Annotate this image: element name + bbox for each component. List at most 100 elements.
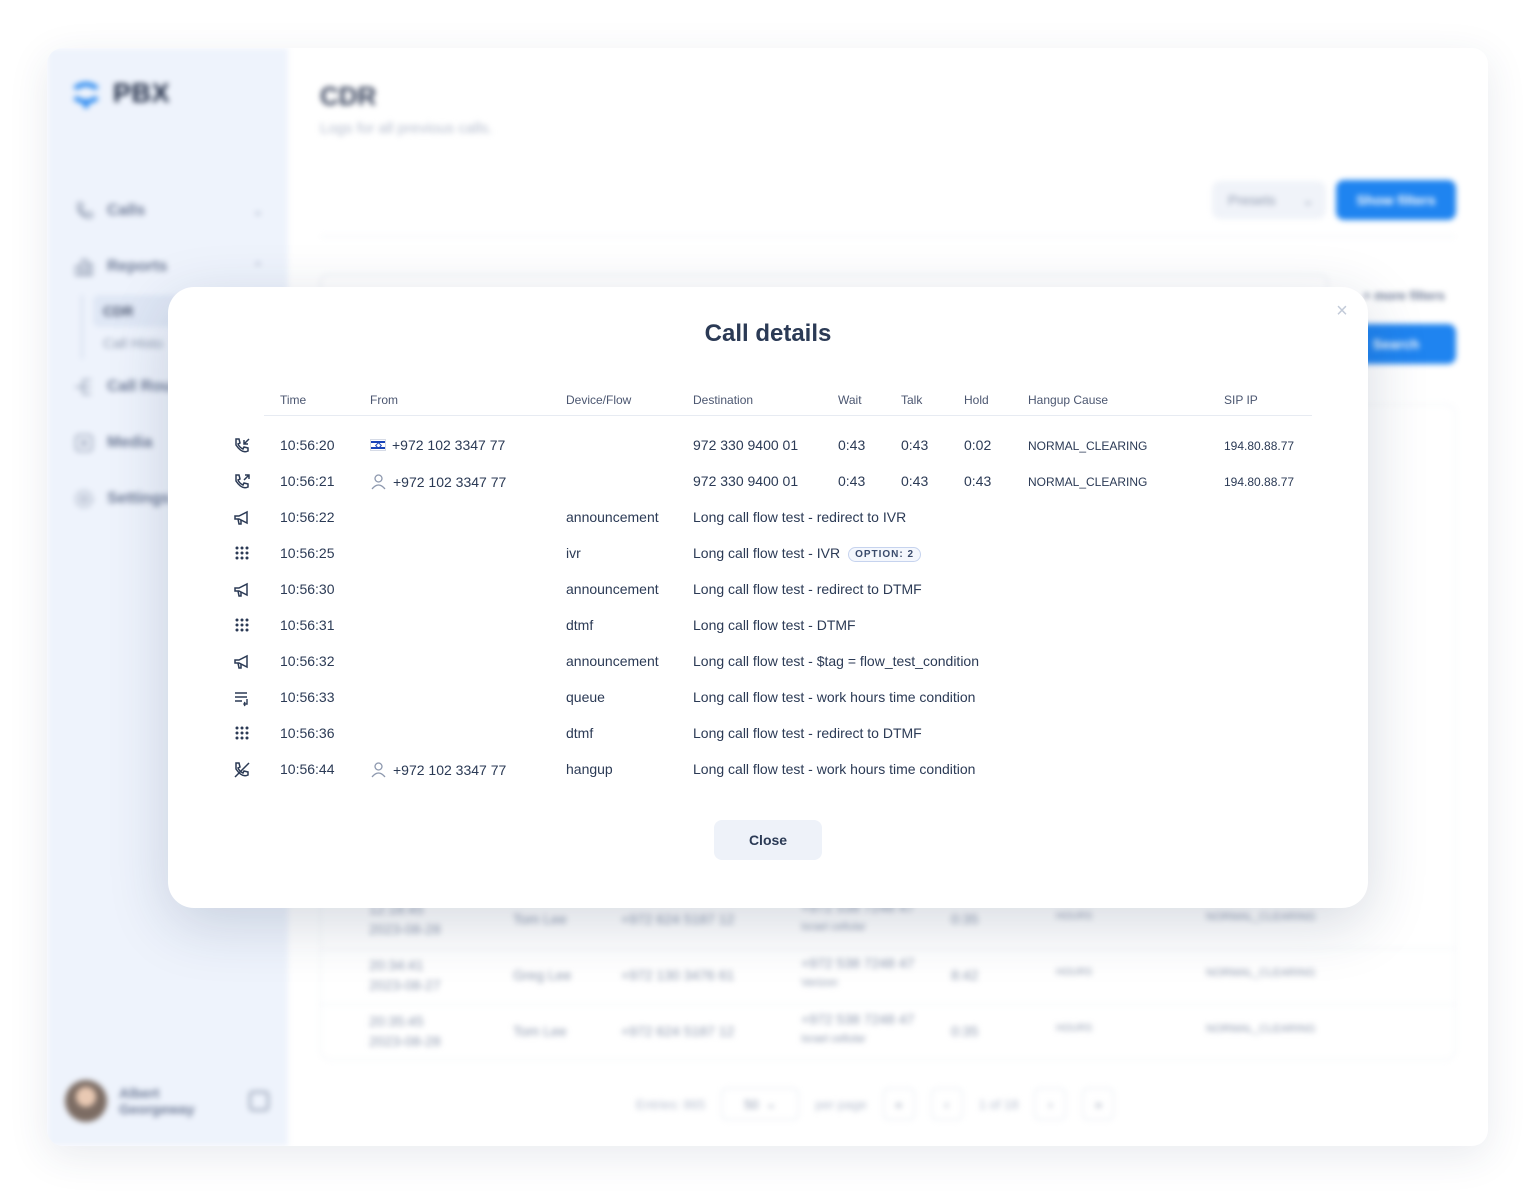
show-filters-button[interactable]: Show filters	[1336, 180, 1456, 220]
row-sip-ip: 194.80.88.77	[1224, 439, 1295, 453]
sidebar-item-label: Call Rou	[107, 378, 172, 395]
row-time: 20:34:41	[369, 957, 424, 973]
row-time: 10:56:21	[280, 473, 335, 489]
row-time: 10:56:30	[280, 581, 335, 597]
row-device: ivr	[566, 545, 581, 561]
chart-icon	[75, 259, 93, 276]
next-page-button[interactable]: ›	[1034, 1088, 1067, 1120]
row-user: Tom Lee	[513, 911, 567, 927]
avatar	[65, 1080, 107, 1122]
col-talk: Talk	[901, 393, 923, 407]
keypad-icon	[235, 726, 249, 740]
row-from: +972 624 5187 12	[621, 1023, 735, 1039]
routing-icon	[75, 379, 91, 395]
row-destination: Long call flow test - redirect to IVR	[693, 509, 907, 525]
row-to: +972 538 7248 47	[801, 1011, 915, 1027]
row-from-number: +972 102 3347 77	[393, 761, 507, 778]
sidebar-item-label: Media	[107, 434, 153, 451]
call-detail-row: 10:56:25 ivr Long call flow test - IVR OP…	[232, 536, 1312, 572]
row-user: Greg Lee	[513, 967, 572, 983]
presets-label: Presets	[1228, 192, 1276, 208]
more-filters-link[interactable]: + more filters	[1363, 288, 1445, 303]
user-name: Albert Georgeway	[119, 1085, 195, 1117]
row-to: +972 538 7248 47	[801, 955, 915, 971]
row-destination: Long call flow test - DTMF	[693, 617, 856, 633]
call-details-modal: × Call details Time From Device/Flow Des…	[168, 287, 1368, 908]
megaphone-icon	[234, 582, 248, 597]
row-destination: Long call flow test - IVR OPTION: 2	[693, 545, 922, 562]
prev-page-button[interactable]: ‹	[930, 1088, 963, 1120]
israel-flag-icon	[370, 439, 386, 451]
table-row[interactable]: 20:35:45 2023-08-28 Tom Lee +972 624 518…	[321, 1005, 1455, 1061]
row-device: queue	[566, 689, 605, 705]
brand-name: PBX	[113, 78, 171, 108]
row-time: 20:35:45	[369, 1013, 424, 1029]
row-destination: 972 330 9400 01	[693, 473, 799, 489]
table-header: Time From Device/Flow Destination Wait T…	[264, 391, 1312, 416]
chevron-up-icon: ⌃	[252, 260, 263, 274]
close-icon[interactable]: ×	[1332, 301, 1352, 321]
row-tag: HOURS	[1056, 1023, 1093, 1034]
page-indicator: 1 of 18	[978, 1096, 1019, 1112]
col-device: Device/Flow	[566, 393, 632, 407]
row-device: announcement	[566, 653, 659, 669]
megaphone-icon	[234, 654, 248, 669]
row-wait: 0:43	[838, 473, 866, 489]
call-detail-row: 10:56:22 announcement Long call flow tes…	[232, 500, 1312, 536]
row-time: 10:56:44	[280, 761, 335, 777]
call-detail-row: 10:56:21 +972 102 3347 77 972 330 9400 0…	[232, 464, 1312, 500]
row-duration: 0:35	[951, 1023, 979, 1039]
col-wait: Wait	[838, 393, 862, 407]
call-detail-row: 10:56:20 +972 102 3347 77 972 330 9400 0…	[232, 428, 1312, 464]
media-icon	[75, 434, 93, 452]
table-row[interactable]: 20:34:41 2023-08-27 Greg Lee +972 130 34…	[321, 949, 1455, 1005]
row-device: hangup	[566, 761, 613, 777]
last-page-button[interactable]: »	[1082, 1088, 1115, 1120]
row-date: 2023-08-28	[369, 1033, 441, 1049]
page-title: CDR	[320, 81, 377, 111]
user-icon	[371, 762, 386, 778]
col-hold: Hold	[964, 393, 989, 407]
row-destination: 972 330 9400 01	[693, 437, 799, 453]
user-profile[interactable]: Albert Georgeway	[65, 1080, 269, 1122]
row-cause: NORMAL_CLEARING	[1206, 911, 1316, 923]
logout-icon[interactable]	[249, 1091, 269, 1111]
call-detail-row: 10:56:31 dtmf Long call flow test - DTMF	[232, 608, 1312, 644]
row-duration: 0:35	[951, 911, 979, 927]
keypad-icon	[235, 618, 249, 632]
row-device: dtmf	[566, 617, 594, 633]
pbx-logo-icon	[73, 81, 99, 108]
per-page-select[interactable]: 50 ⌄	[721, 1088, 800, 1120]
row-time: 10:56:32	[280, 653, 335, 669]
presets-dropdown[interactable]: Presets ⌄	[1212, 181, 1326, 219]
row-date: 2023-08-28	[369, 921, 441, 937]
row-tag: HOURS	[1056, 911, 1093, 922]
row-from-number: +972 102 3347 77	[393, 473, 507, 490]
row-carrier: Verizon	[801, 977, 838, 989]
entries-count: Entries: 865	[636, 1096, 706, 1112]
call-detail-row: 10:56:36 dtmf Long call flow test - redi…	[232, 716, 1312, 752]
row-date: 2023-08-27	[369, 977, 441, 993]
chevron-down-icon: ⌄	[1302, 191, 1314, 208]
row-user: Tom Lee	[513, 1023, 567, 1039]
row-talk: 0:43	[901, 437, 929, 453]
row-carrier: Israel cellular	[801, 1033, 866, 1045]
row-from: +972 102 3347 77	[370, 437, 505, 453]
sidebar-item-calls[interactable]: Calls ⌄	[73, 183, 263, 239]
row-hold: 0:43	[964, 473, 992, 489]
row-from: +972 102 3347 77	[370, 761, 506, 778]
close-button[interactable]: Close	[714, 820, 822, 860]
hangup-icon	[234, 762, 250, 778]
row-device: announcement	[566, 581, 659, 597]
row-destination: Long call flow test - redirect to DTMF	[693, 725, 922, 741]
row-time: 10:56:20	[280, 437, 335, 453]
row-destination-text: Long call flow test - IVR	[693, 545, 841, 561]
row-from-number: +972 102 3347 77	[392, 437, 506, 453]
first-page-button[interactable]: «	[882, 1088, 915, 1120]
phone-icon	[77, 202, 93, 219]
row-from: +972 624 5187 12	[621, 911, 735, 927]
pagination: Entries: 865 50 ⌄ per page « ‹ 1 of 18 ›…	[636, 1088, 1115, 1120]
row-destination: Long call flow test - work hours time co…	[693, 689, 976, 705]
col-destination: Destination	[693, 393, 754, 407]
call-detail-row: 10:56:30 announcement Long call flow tes…	[232, 572, 1312, 608]
